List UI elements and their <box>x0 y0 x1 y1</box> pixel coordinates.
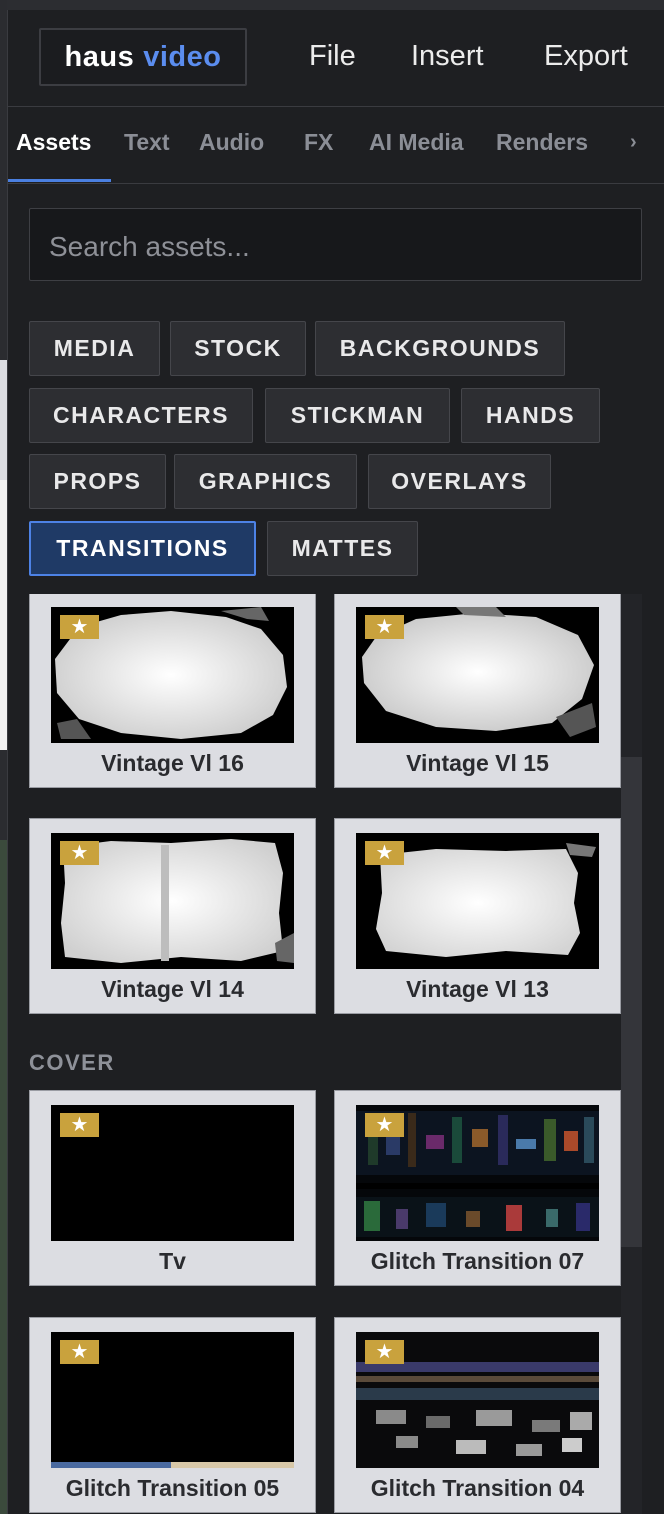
asset-card[interactable]: ★ Glitch Transition 07 <box>334 1090 621 1286</box>
chip-props[interactable]: PROPS <box>29 454 166 509</box>
asset-card[interactable]: ★ Vintage Vl 16 <box>29 594 316 788</box>
tabs-more-chevron-icon[interactable]: › <box>630 131 637 154</box>
tab-audio[interactable]: Audio <box>199 129 264 156</box>
asset-card[interactable]: ★ Glitch Transition 04 <box>334 1317 621 1513</box>
asset-card[interactable]: ★ Vintage Vl 15 <box>334 594 621 788</box>
asset-title: Vintage Vl 14 <box>101 976 244 1002</box>
favorite-star-icon[interactable]: ★ <box>365 1340 404 1364</box>
asset-thumbnail: ★ <box>51 607 294 743</box>
asset-card[interactable]: ★ Vintage Vl 13 <box>334 818 621 1014</box>
favorite-star-icon[interactable]: ★ <box>365 1113 404 1137</box>
favorite-star-icon[interactable]: ★ <box>60 841 99 865</box>
background-app-strip <box>0 0 7 1514</box>
logo-word-haus: haus <box>64 40 135 73</box>
chip-transitions[interactable]: TRANSITIONS <box>29 521 256 576</box>
chip-hands[interactable]: HANDS <box>461 388 600 443</box>
menu-insert[interactable]: Insert <box>411 40 484 73</box>
favorite-star-icon[interactable]: ★ <box>365 841 404 865</box>
menu-export[interactable]: Export <box>544 40 628 73</box>
chip-stock[interactable]: STOCK <box>170 321 306 376</box>
tab-ai-media[interactable]: AI Media <box>369 129 464 156</box>
search-placeholder: Search assets... <box>49 231 250 262</box>
chip-mattes[interactable]: MATTES <box>267 521 418 576</box>
chip-graphics[interactable]: GRAPHICS <box>174 454 357 509</box>
chip-backgrounds[interactable]: BACKGROUNDS <box>315 321 565 376</box>
asset-title: Glitch Transition 04 <box>370 1475 585 1501</box>
logo-word-video: video <box>143 40 222 73</box>
asset-thumbnail: ★ <box>51 1332 294 1468</box>
asset-thumbnail: ★ <box>51 1105 294 1241</box>
header-bar: haus video File Insert Export <box>8 10 664 107</box>
asset-thumbnail: ★ <box>356 833 599 969</box>
asset-title: Vintage Vl 15 <box>406 750 549 776</box>
panel-tabs: Assets Text Audio FX AI Media Renders › <box>8 107 664 184</box>
chip-overlays[interactable]: OVERLAYS <box>368 454 551 509</box>
favorite-star-icon[interactable]: ★ <box>365 615 404 639</box>
chip-characters[interactable]: CHARACTERS <box>29 388 253 443</box>
asset-title: Vintage Vl 13 <box>406 976 549 1002</box>
chip-media[interactable]: MEDIA <box>29 321 160 376</box>
search-input[interactable]: Search assets... <box>29 208 642 281</box>
asset-title: Vintage Vl 16 <box>101 750 244 776</box>
asset-title: Glitch Transition 07 <box>370 1248 585 1274</box>
chip-stickman[interactable]: STICKMAN <box>265 388 450 443</box>
tab-fx[interactable]: FX <box>304 129 333 156</box>
assets-panel: haus video File Insert Export Assets Tex… <box>7 10 664 1514</box>
favorite-star-icon[interactable]: ★ <box>60 615 99 639</box>
asset-thumbnail: ★ <box>356 607 599 743</box>
window-top-edge <box>0 0 664 10</box>
tab-assets[interactable]: Assets <box>16 129 91 156</box>
asset-thumbnail: ★ <box>356 1105 599 1241</box>
asset-card[interactable]: ★ Glitch Transition 05 <box>29 1317 316 1513</box>
scrollbar-thumb[interactable] <box>621 757 642 1247</box>
asset-card[interactable]: ★ Vintage Vl 14 <box>29 818 316 1014</box>
asset-thumbnail: ★ <box>51 833 294 969</box>
section-heading-cover: COVER <box>29 1050 115 1075</box>
favorite-star-icon[interactable]: ★ <box>60 1340 99 1364</box>
app-logo[interactable]: haus video <box>39 28 247 86</box>
asset-title: Glitch Transition 05 <box>65 1475 280 1501</box>
asset-thumbnail: ★ <box>356 1332 599 1468</box>
tab-text[interactable]: Text <box>124 129 170 156</box>
asset-card[interactable]: ★ Tv <box>29 1090 316 1286</box>
asset-grid: ★ Vintage Vl 16 ★ Vintage Vl 15 ★ Vintag… <box>8 594 664 1514</box>
asset-title: Tv <box>159 1248 186 1274</box>
active-tab-indicator <box>8 179 111 182</box>
favorite-star-icon[interactable]: ★ <box>60 1113 99 1137</box>
tab-renders[interactable]: Renders <box>496 129 588 156</box>
menu-file[interactable]: File <box>309 40 356 73</box>
